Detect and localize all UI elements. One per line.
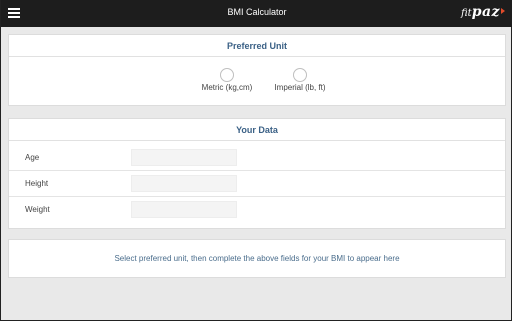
bmi-result-card: Select preferred unit, then complete the… bbox=[8, 239, 506, 278]
app-title: BMI Calculator bbox=[227, 7, 287, 17]
weight-label: Weight bbox=[25, 205, 50, 214]
metric-radio-button[interactable] bbox=[220, 68, 234, 82]
age-label: Age bbox=[25, 153, 40, 162]
age-row: Age bbox=[9, 145, 505, 171]
height-row: Height bbox=[9, 171, 505, 197]
logo-text-fit: fit bbox=[460, 8, 472, 19]
metric-radio-option[interactable]: Metric (kg,cm) bbox=[197, 68, 257, 92]
height-input[interactable] bbox=[131, 175, 237, 192]
metric-radio-label: Metric (kg,cm) bbox=[201, 83, 253, 92]
bmi-result-message: Select preferred unit, then complete the… bbox=[114, 254, 400, 263]
imperial-radio-label: Imperial (lb, ft) bbox=[274, 83, 326, 92]
weight-row: Weight bbox=[9, 197, 505, 223]
height-label: Height bbox=[25, 179, 49, 188]
age-input[interactable] bbox=[131, 149, 237, 166]
your-data-card: Your Data Age Height Weight bbox=[8, 118, 506, 229]
app-frame: BMI Calculator fit paz Preferred Unit Me… bbox=[0, 0, 512, 321]
your-data-title: Your Data bbox=[9, 119, 505, 141]
top-app-bar: BMI Calculator fit paz bbox=[1, 0, 512, 27]
logo-text-paz: paz bbox=[471, 4, 500, 20]
fitpaz-logo: fit paz bbox=[461, 4, 505, 22]
imperial-radio-button[interactable] bbox=[293, 68, 307, 82]
weight-input[interactable] bbox=[131, 201, 237, 218]
imperial-radio-option[interactable]: Imperial (lb, ft) bbox=[271, 68, 329, 92]
preferred-unit-card: Preferred Unit Metric (kg,cm) Imperial (… bbox=[8, 34, 506, 106]
logo-arrow-icon bbox=[501, 8, 505, 14]
preferred-unit-title: Preferred Unit bbox=[9, 35, 505, 57]
